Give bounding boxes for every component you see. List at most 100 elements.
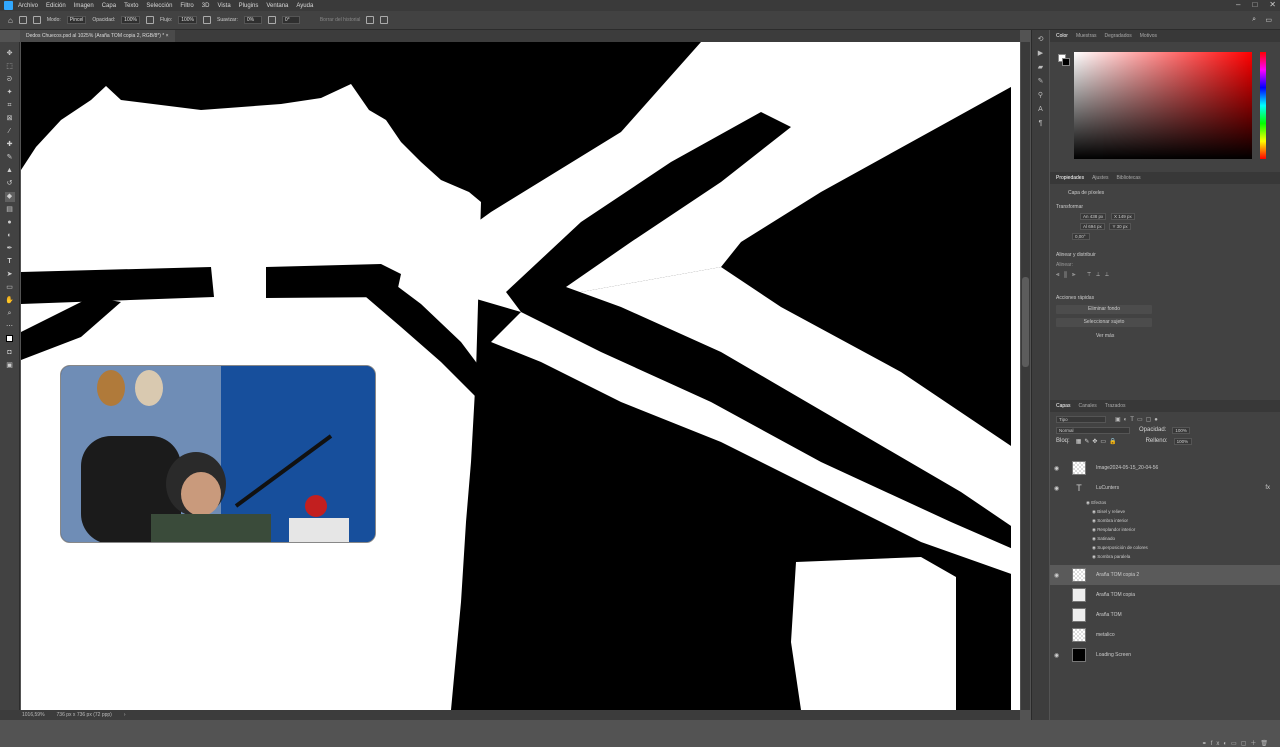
menu-vista[interactable]: Vista [217, 3, 230, 9]
angle-field[interactable]: 0° [281, 16, 300, 24]
eyedropper-tool-icon[interactable]: ⁄ [5, 127, 15, 137]
paragraph-icon[interactable]: ¶ [1037, 120, 1045, 128]
hand-tool-icon[interactable]: ✋ [5, 296, 15, 306]
tab-color[interactable]: Color [1056, 33, 1068, 39]
menu-filtro[interactable]: Filtro [180, 3, 193, 9]
tab-canales[interactable]: Canales [1078, 403, 1096, 409]
layers-footer-icons[interactable]: ⚭fx◐▭▢＋🗑 [1202, 738, 1272, 747]
document-size-readout[interactable]: 736 px x 736 px (72 ppp) [57, 712, 112, 718]
magic-wand-tool-icon[interactable]: ✦ [5, 88, 15, 98]
visibility-eye-icon[interactable]: ◉ [1054, 572, 1062, 579]
path-select-icon[interactable]: ➤ [5, 270, 15, 280]
play-actions-icon[interactable]: ▶ [1037, 50, 1045, 58]
eraser-tool-icon[interactable] [18, 16, 27, 24]
tab-bibliotecas[interactable]: Bibliotecas [1116, 175, 1140, 181]
width-field[interactable]: An 438 px [1080, 213, 1107, 220]
height-field[interactable]: Al 694 px [1080, 223, 1105, 230]
search-icon[interactable]: ⌕ [1252, 16, 1256, 24]
effects-header[interactable]: ◉ Efectos [1086, 500, 1106, 506]
layer-row[interactable]: ◉ Image2024-05-15_20-04-56 [1050, 458, 1280, 478]
layer-row[interactable]: Araña TOM copia [1050, 585, 1280, 605]
menu-seleccion[interactable]: Selección [146, 3, 172, 9]
marquee-tool-icon[interactable]: ⬚ [5, 62, 15, 72]
pen-tool-icon[interactable]: ✒ [5, 244, 15, 254]
zoom-readout[interactable]: 1016,59% [22, 712, 45, 718]
symmetry-icon[interactable] [380, 16, 389, 24]
effect-item[interactable]: ◉ Superposición de colores [1092, 545, 1148, 551]
layer-row-selected[interactable]: ◉ Araña TOM copia 2 [1050, 565, 1280, 585]
fx-icon[interactable]: fx [1265, 485, 1270, 491]
opacity-field[interactable]: 100% [121, 16, 140, 24]
character-icon[interactable]: A [1037, 106, 1045, 114]
menu-plugins[interactable]: Plugins [239, 3, 259, 9]
zoom-tool-icon[interactable]: ⌕ [5, 309, 15, 319]
stamp-tool-icon[interactable]: ▲ [5, 166, 15, 176]
tab-degradados[interactable]: Degradados [1105, 33, 1132, 39]
pressure-size-icon[interactable] [366, 16, 375, 24]
dodge-tool-icon[interactable]: ◐ [5, 231, 15, 241]
gradient-tool-icon[interactable]: ▤ [5, 205, 15, 215]
maximize-icon[interactable]: □ [1252, 0, 1257, 9]
effect-item[interactable]: ◉ Sombra interior [1092, 518, 1128, 524]
adjust-icon[interactable]: ⚲ [1037, 92, 1045, 100]
brush-settings-icon[interactable]: ✎ [1037, 78, 1045, 86]
angle-field[interactable]: 0,00° [1072, 233, 1090, 240]
tab-motivos[interactable]: Motivos [1140, 33, 1157, 39]
tab-trazados[interactable]: Trazados [1105, 403, 1126, 409]
quick-mask-icon[interactable]: ◘ [5, 348, 15, 358]
status-arrow-icon[interactable]: › [124, 712, 126, 718]
layer-row-text[interactable]: ◉ T LuCunters fx [1050, 478, 1280, 498]
layer-row[interactable]: ◉ Loading Screen [1050, 645, 1280, 665]
select-subject-button[interactable]: Seleccionar sujeto [1056, 318, 1152, 327]
color-picker-field[interactable] [1074, 52, 1252, 159]
close-tab-icon[interactable]: × [166, 33, 169, 39]
align-section-title[interactable]: Alinear y distribuir [1050, 252, 1280, 258]
transform-section-title[interactable]: Transformar [1050, 204, 1280, 210]
airbrush-icon[interactable] [203, 16, 211, 24]
healing-tool-icon[interactable]: ✚ [5, 140, 15, 150]
menu-capa[interactable]: Capa [102, 3, 116, 9]
photoshop-logo-icon[interactable] [4, 1, 13, 10]
hue-slider[interactable] [1260, 52, 1266, 159]
crop-tool-icon[interactable]: ⌗ [5, 101, 15, 111]
fill-field[interactable]: 100% [1173, 438, 1192, 445]
visibility-eye-icon[interactable]: ◉ [1054, 485, 1062, 492]
more-tools-icon[interactable]: ⋯ [5, 322, 15, 332]
close-icon[interactable]: ✕ [1269, 0, 1276, 9]
visibility-eye-icon[interactable]: ◉ [1054, 652, 1062, 659]
layer-row[interactable]: Araña TOM [1050, 605, 1280, 625]
menu-imagen[interactable]: Imagen [74, 3, 94, 9]
blur-tool-icon[interactable]: ● [5, 218, 15, 228]
menu-texto[interactable]: Texto [124, 3, 138, 9]
erase-history-label[interactable]: Borrar del historial [320, 17, 361, 23]
opacity-field[interactable]: 100% [1172, 427, 1191, 434]
frame-tool-icon[interactable]: ⊠ [5, 114, 15, 124]
smooth-field[interactable]: 0% [243, 16, 262, 24]
lasso-tool-icon[interactable]: ᘐ [5, 75, 15, 85]
brush-preset-icon[interactable] [32, 16, 41, 24]
effect-item[interactable]: ◉ Sombra paralela [1092, 554, 1130, 560]
layer-row[interactable]: metalico [1050, 625, 1280, 645]
quick-actions-title[interactable]: Acciones rápidas [1050, 295, 1280, 301]
document-tab[interactable]: Dedos Chuecos.psd al 1025% (Araña TOM co… [20, 30, 175, 42]
effect-item[interactable]: ◉ Resplandor interior [1092, 527, 1135, 533]
history-brush-icon[interactable]: ↺ [5, 179, 15, 189]
y-field[interactable]: Y 30 px [1109, 223, 1131, 230]
brush-tool-icon[interactable]: ✎ [5, 153, 15, 163]
document-canvas[interactable] [21, 42, 1020, 710]
scrollbar-thumb[interactable] [1022, 277, 1029, 367]
menu-3d[interactable]: 3D [202, 3, 210, 9]
home-icon[interactable]: ⌂ [8, 16, 13, 25]
workspace-icon[interactable]: ▭ [1265, 16, 1272, 24]
remove-background-button[interactable]: Eliminar fondo [1056, 305, 1152, 314]
menu-ayuda[interactable]: Ayuda [296, 3, 313, 9]
filter-icons[interactable]: ▣◐T▭▢● [1115, 416, 1161, 423]
tab-muestras[interactable]: Muestras [1076, 33, 1097, 39]
x-field[interactable]: X 149 px [1110, 213, 1135, 220]
type-tool-icon[interactable]: T [5, 257, 15, 267]
flow-field[interactable]: 100% [178, 16, 197, 24]
pressure-opacity-icon[interactable] [145, 16, 154, 24]
lock-icons[interactable]: ▦✎✥▭🔒 [1076, 438, 1120, 445]
eraser-tool-icon-active[interactable]: ◆ [4, 192, 15, 202]
align-icons[interactable]: ⫷⫼⫸ ⊤⊥⊥ [1050, 272, 1280, 279]
